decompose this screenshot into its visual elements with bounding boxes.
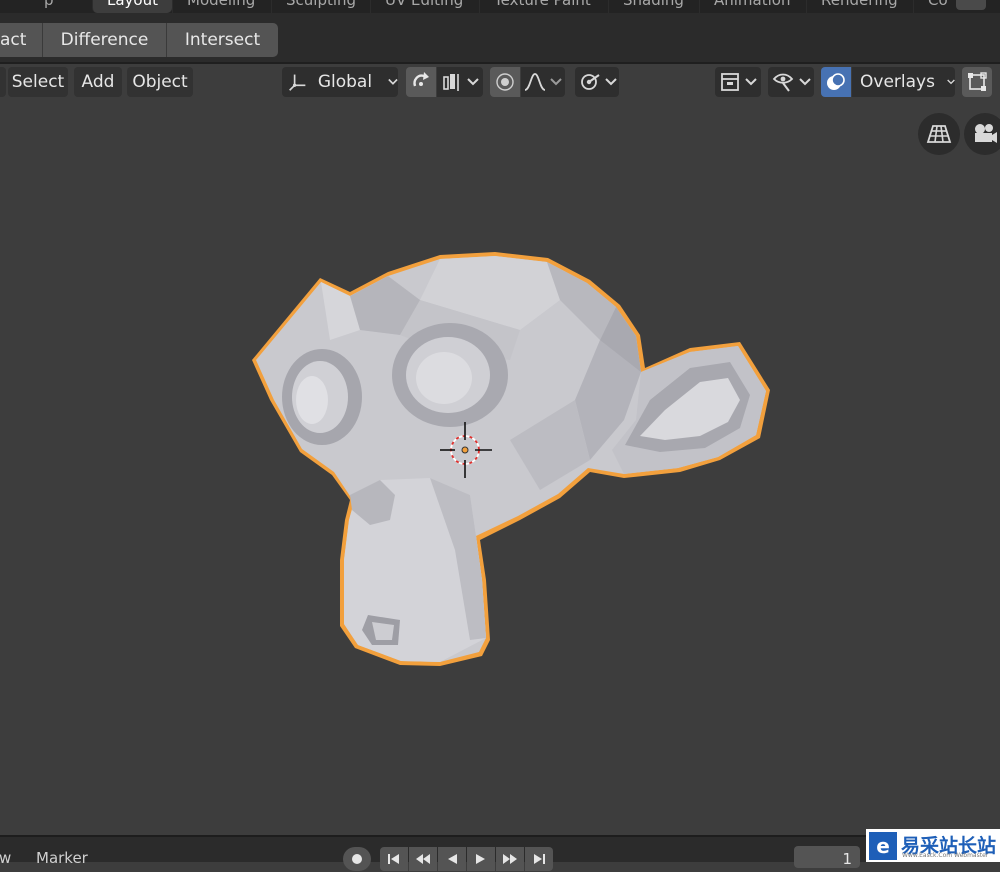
prev-keyframe-button[interactable]	[409, 847, 437, 871]
proportional-editing-icon	[496, 73, 514, 91]
watermark: e 易采站长站 Www.Easck.Com Webmaster	[866, 829, 1000, 862]
pivot-point-button[interactable]	[406, 67, 436, 97]
intersect-button[interactable]: Intersect	[167, 23, 278, 57]
workspace-tab-partial[interactable]: p	[30, 0, 68, 13]
chevron-down-icon	[745, 78, 757, 86]
falloff-curve-icon	[524, 73, 546, 91]
play-icon	[476, 854, 485, 864]
timeline-header: w Marker 1	[0, 835, 1000, 871]
tab-compositing[interactable]: Co	[913, 0, 962, 13]
chevron-down-icon	[947, 79, 955, 85]
selectability-icon	[721, 73, 739, 91]
prev-keyframe-icon	[416, 854, 430, 864]
difference-button[interactable]: Difference	[43, 23, 167, 57]
jump-start-button[interactable]	[380, 847, 408, 871]
tab-sculpting[interactable]: Sculpting	[271, 0, 370, 13]
selectability-dropdown[interactable]	[715, 67, 761, 97]
marker-menu[interactable]: Marker	[36, 849, 88, 867]
scene-selector-icon[interactable]	[956, 0, 986, 10]
left-eye-highlight	[296, 376, 328, 424]
viewport-header: Select Add Object Global Overlays	[0, 64, 1000, 100]
play-reverse-icon	[448, 854, 457, 864]
next-keyframe-icon	[503, 854, 517, 864]
tab-rendering[interactable]: Rendering	[806, 0, 912, 13]
view-menu[interactable]: w	[0, 849, 11, 867]
overlays-toggle[interactable]	[821, 67, 851, 97]
tab-texture-paint[interactable]: Texture Paint	[479, 0, 605, 13]
view-menu-partial[interactable]	[0, 67, 6, 97]
jump-start-icon	[388, 854, 399, 864]
chevron-down-icon	[605, 78, 617, 86]
overlays-label: Overlays	[860, 72, 935, 92]
overlays-icon	[827, 73, 845, 90]
xray-toggle[interactable]	[962, 67, 992, 97]
record-icon	[352, 854, 362, 864]
play-button[interactable]	[467, 847, 495, 871]
jump-end-button[interactable]	[525, 847, 553, 871]
jump-end-icon	[534, 854, 545, 864]
union-button[interactable]: act	[0, 23, 43, 57]
pivot-icon	[413, 72, 429, 87]
orientation-axes-icon	[289, 74, 306, 91]
gizmo-dropdown[interactable]	[575, 67, 619, 97]
suzanne-mesh[interactable]	[0, 100, 1000, 835]
boolean-panel: act Difference Intersect	[0, 13, 1000, 62]
add-menu[interactable]: Add	[74, 67, 122, 97]
next-keyframe-button[interactable]	[496, 847, 524, 871]
3d-viewport[interactable]	[0, 100, 1000, 835]
tab-animation[interactable]: Animation	[699, 0, 804, 13]
current-frame-field[interactable]: 1	[794, 846, 860, 868]
proportional-editing-toggle[interactable]	[490, 67, 520, 97]
orientation-label: Global	[317, 72, 373, 92]
chevron-down-icon	[550, 78, 562, 86]
watermark-subtext: Www.Easck.Com Webmaster	[902, 852, 989, 859]
proportional-falloff-dropdown[interactable]	[521, 67, 565, 97]
transform-orientation-dropdown[interactable]: Global	[282, 67, 398, 97]
chevron-down-icon	[388, 78, 398, 85]
tab-uv-editing[interactable]: UV Editing	[370, 0, 477, 13]
snapping-dropdown[interactable]	[437, 67, 483, 97]
object-menu[interactable]: Object	[127, 67, 193, 97]
tab-layout[interactable]: Layout	[92, 0, 172, 13]
chevron-down-icon	[467, 78, 479, 86]
watermark-logo: e	[869, 831, 897, 860]
overlays-dropdown[interactable]: Overlays	[852, 67, 955, 97]
chevron-down-icon	[799, 78, 811, 86]
play-reverse-button[interactable]	[438, 847, 466, 871]
select-menu[interactable]: Select	[8, 67, 68, 97]
workspace-tabs: p Layout Modeling Sculpting UV Editing T…	[0, 0, 1000, 13]
record-button[interactable]	[343, 847, 371, 871]
snap-increment-icon	[443, 74, 459, 91]
tab-shading[interactable]: Shading	[608, 0, 698, 13]
tab-modeling[interactable]: Modeling	[172, 0, 269, 13]
right-eye-highlight	[416, 352, 472, 404]
show-gizmo-dropdown[interactable]	[768, 67, 814, 97]
xray-icon	[968, 72, 987, 91]
show-gizmo-icon	[772, 73, 794, 92]
gizmo-icon	[581, 74, 600, 90]
